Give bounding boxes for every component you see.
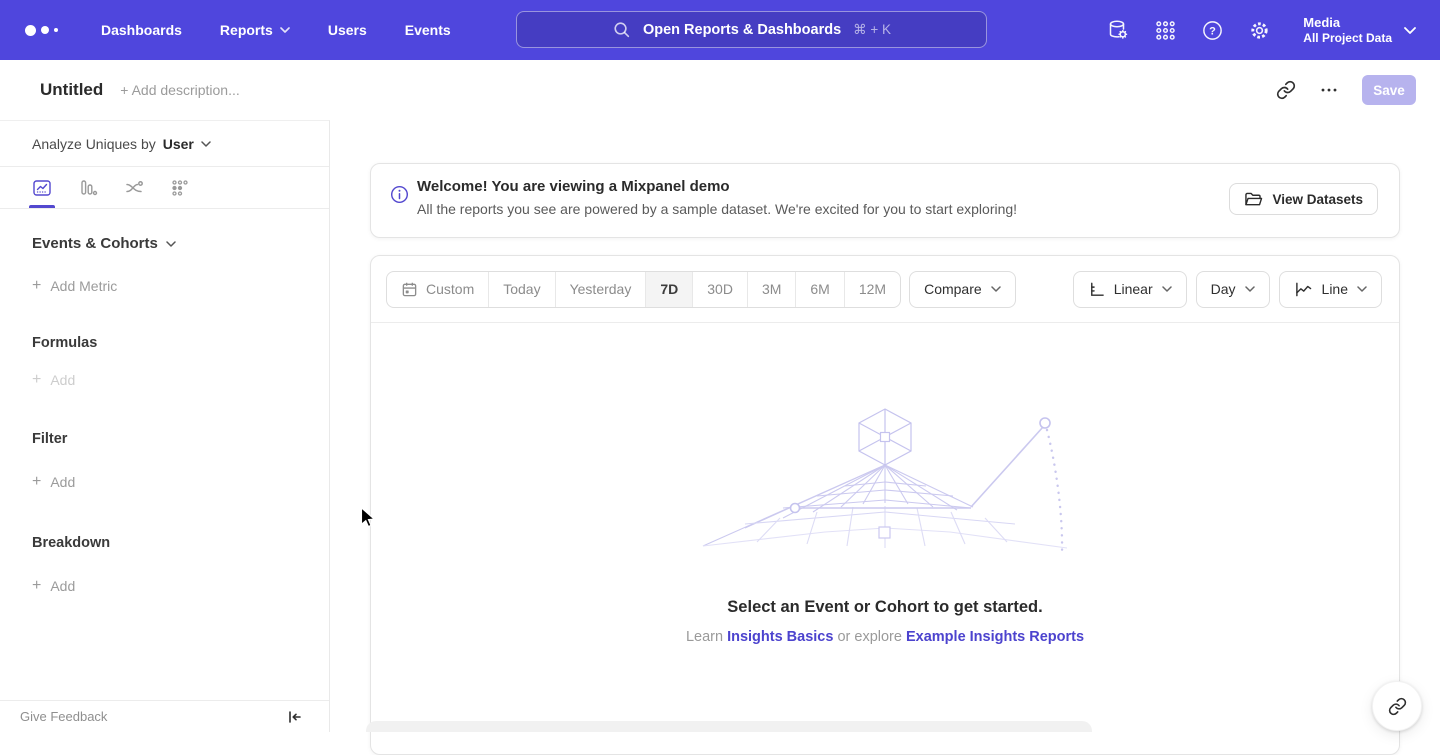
chevron-down-icon — [1404, 27, 1416, 34]
calendar-icon — [401, 281, 418, 298]
empty-state-illustration — [695, 406, 1075, 561]
tab-bar-chart[interactable] — [78, 178, 98, 198]
give-feedback-link[interactable]: Give Feedback — [20, 709, 107, 724]
chart-type-selector[interactable]: Line — [1279, 271, 1382, 308]
main-content: Welcome! You are viewing a Mixpanel demo… — [330, 120, 1440, 732]
add-formula-button[interactable]: +Add — [32, 371, 329, 389]
apps-grid-icon[interactable] — [1154, 19, 1177, 42]
analyze-selector[interactable]: User — [163, 136, 194, 152]
compare-button[interactable]: Compare — [909, 271, 1016, 308]
search-icon — [612, 20, 631, 39]
share-link-fab[interactable] — [1372, 681, 1422, 731]
empty-state-title: Select an Event or Cohort to get started… — [371, 598, 1399, 617]
date-yesterday[interactable]: Yesterday — [555, 272, 646, 307]
report-header: Untitled + Add description... Save — [0, 60, 1440, 120]
add-filter-button[interactable]: +Add — [32, 473, 329, 491]
search-shortcut: ⌘ + K — [853, 22, 891, 38]
tab-flow-chart[interactable] — [124, 178, 144, 198]
empty-state-subtitle: Learn Insights Basics or explore Example… — [371, 629, 1399, 645]
tab-metric-grid[interactable] — [170, 178, 190, 198]
svg-text:?: ? — [1209, 25, 1216, 37]
global-search[interactable]: Open Reports & Dashboards ⌘ + K — [516, 11, 987, 48]
chevron-down-icon[interactable] — [201, 141, 211, 147]
selected-tab-underline — [29, 205, 55, 208]
chevron-down-icon — [280, 27, 290, 33]
data-management-icon[interactable] — [1106, 18, 1130, 42]
more-options-icon[interactable] — [1320, 81, 1338, 99]
date-6m[interactable]: 6M — [795, 272, 843, 307]
chevron-down-icon — [1357, 286, 1367, 292]
tab-line-chart[interactable] — [32, 178, 52, 198]
search-placeholder: Open Reports & Dashboards — [643, 22, 841, 38]
example-insights-reports-link[interactable]: Example Insights Reports — [906, 629, 1084, 645]
folder-icon — [1244, 191, 1263, 208]
insights-report-card: Custom Today Yesterday 7D 30D 3M 6M 12M … — [370, 255, 1400, 755]
copy-link-icon[interactable] — [1276, 80, 1296, 100]
chart-type-tabs — [0, 167, 329, 209]
date-range-control: Custom Today Yesterday 7D 30D 3M 6M 12M — [386, 271, 901, 308]
report-title[interactable]: Untitled — [40, 80, 103, 100]
date-3m[interactable]: 3M — [747, 272, 795, 307]
date-custom[interactable]: Custom — [387, 272, 488, 307]
section-formulas: Formulas — [32, 335, 329, 351]
analyze-label: Analyze Uniques by — [32, 136, 156, 152]
date-30d[interactable]: 30D — [692, 272, 747, 307]
query-builder-sidebar: Analyze Uniques by User — [0, 120, 330, 732]
chevron-down-icon — [1245, 286, 1255, 292]
top-navbar: Dashboards Reports Users Events Open Rep… — [0, 0, 1440, 60]
chevron-down-icon — [991, 286, 1001, 292]
project-scope: All Project Data — [1303, 31, 1392, 46]
axis-icon — [1088, 281, 1105, 298]
link-icon — [1388, 697, 1407, 716]
analyze-row: Analyze Uniques by User — [0, 121, 329, 167]
add-breakdown-button[interactable]: +Add — [32, 577, 329, 595]
line-chart-icon — [1294, 281, 1313, 298]
section-events-cohorts[interactable]: Events & Cohorts — [32, 235, 329, 252]
section-filter: Filter — [32, 431, 329, 447]
banner-subtitle: All the reports you see are powered by a… — [417, 198, 1017, 220]
collapse-sidebar-icon[interactable] — [287, 710, 303, 724]
save-button[interactable]: Save — [1362, 75, 1416, 105]
chevron-down-icon — [1162, 286, 1172, 292]
nav-reports[interactable]: Reports — [220, 22, 290, 38]
sidebar-footer: Give Feedback — [0, 700, 329, 732]
project-name: Media — [1303, 15, 1392, 31]
date-today[interactable]: Today — [488, 272, 554, 307]
nav-events[interactable]: Events — [405, 22, 451, 38]
add-description-field[interactable]: + Add description... — [120, 82, 239, 98]
breakdown-table-peek — [366, 721, 1092, 732]
settings-gear-icon[interactable] — [1248, 19, 1271, 42]
date-7d[interactable]: 7D — [645, 272, 692, 307]
add-metric-button[interactable]: +Add Metric — [32, 277, 329, 295]
welcome-banner: Welcome! You are viewing a Mixpanel demo… — [370, 163, 1400, 238]
scale-selector[interactable]: Linear — [1073, 271, 1187, 308]
primary-nav: Dashboards Reports Users Events — [101, 22, 451, 38]
nav-users[interactable]: Users — [328, 22, 367, 38]
project-switcher[interactable]: Media All Project Data — [1303, 15, 1416, 46]
nav-dashboards[interactable]: Dashboards — [101, 22, 182, 38]
section-breakdown: Breakdown — [32, 535, 329, 551]
info-icon — [390, 185, 409, 204]
interval-selector[interactable]: Day — [1196, 271, 1270, 308]
insights-basics-link[interactable]: Insights Basics — [727, 629, 833, 645]
banner-title: Welcome! You are viewing a Mixpanel demo — [417, 176, 1017, 198]
empty-state: Select an Event or Cohort to get started… — [371, 406, 1399, 645]
chevron-down-icon — [166, 241, 176, 247]
report-toolbar: Custom Today Yesterday 7D 30D 3M 6M 12M … — [371, 256, 1399, 323]
help-icon[interactable]: ? — [1201, 19, 1224, 42]
view-datasets-button[interactable]: View Datasets — [1229, 183, 1378, 215]
mixpanel-logo[interactable] — [25, 25, 65, 36]
date-12m[interactable]: 12M — [844, 272, 900, 307]
